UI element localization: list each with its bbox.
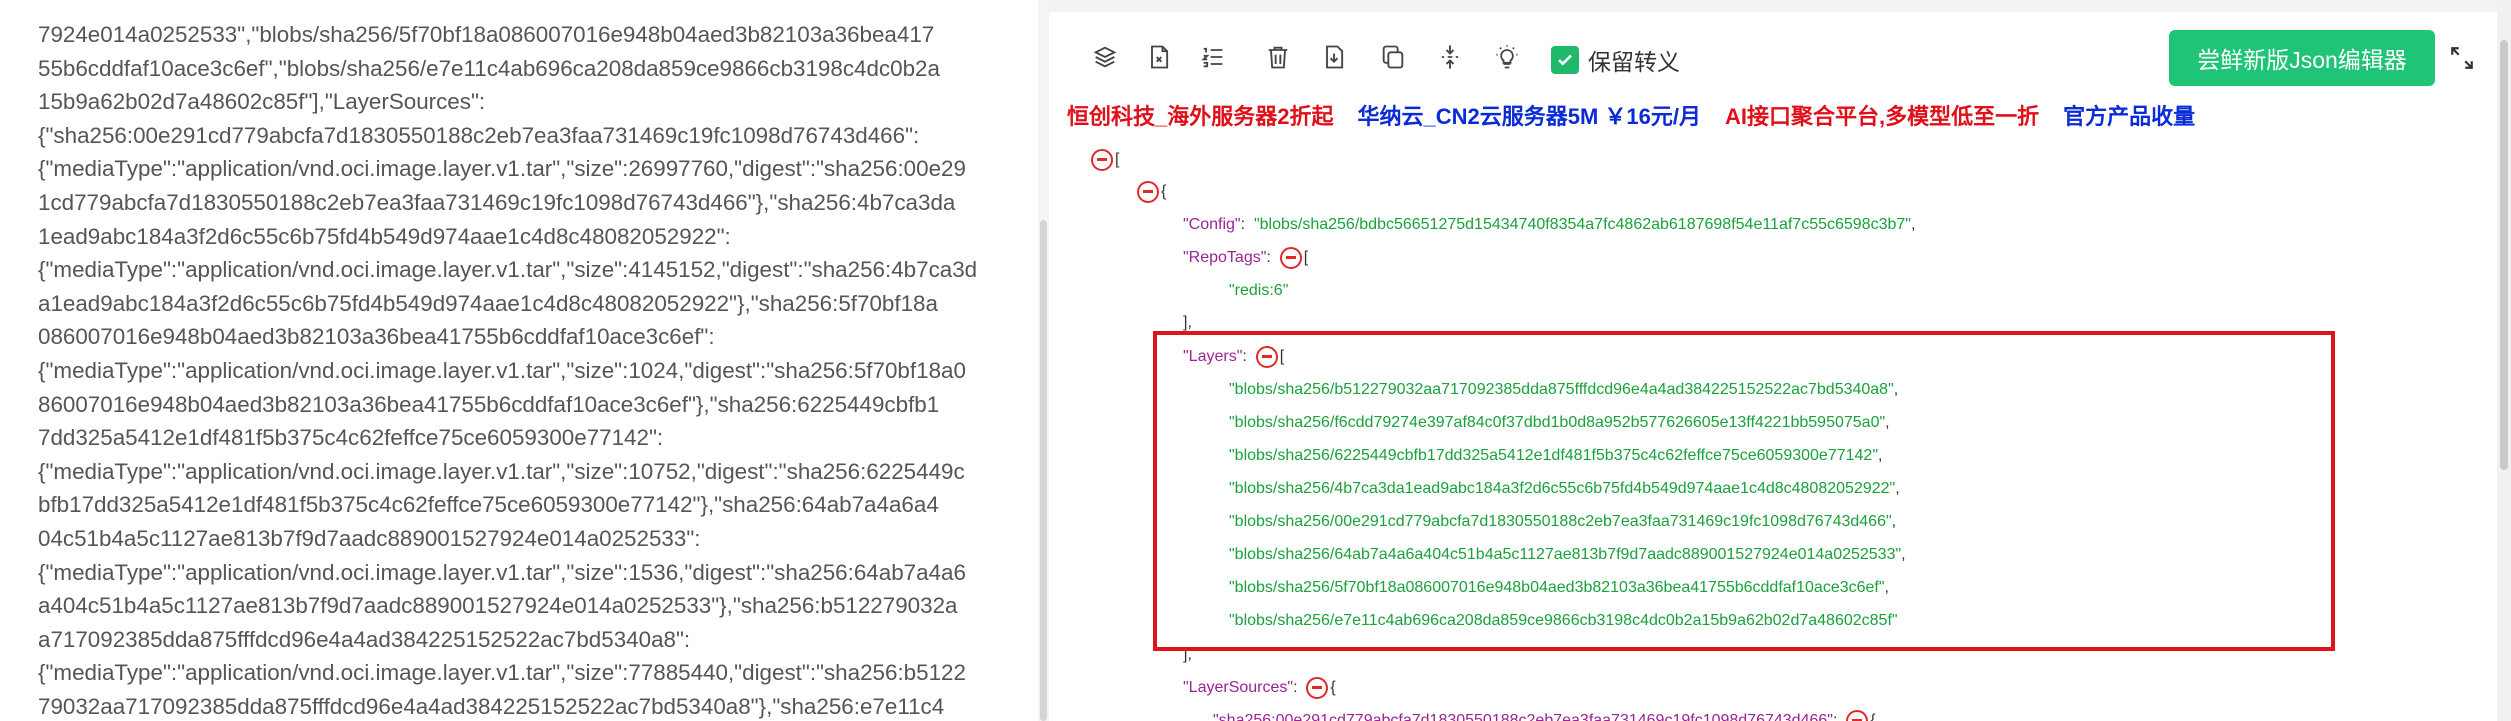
list-ordered-icon[interactable] — [1196, 40, 1230, 74]
raw-json-line: 7924e014a0252533","blobs/sha256/5f70bf18… — [38, 22, 935, 47]
tree-layersources-brace: { — [1330, 679, 1336, 696]
tree-root-line: [ — [1091, 143, 1119, 176]
tree-colon: : — [1266, 249, 1280, 266]
ad-link-hengchuang[interactable]: 恒创科技_海外服务器2折起 — [1067, 99, 1333, 131]
left-scrollbar-thumb[interactable] — [1040, 220, 1047, 721]
ad-links-bar: 恒创科技_海外服务器2折起 华纳云_CN2云服务器5M ￥16元/月 AI接口聚… — [1067, 100, 2219, 130]
ad-link-official[interactable]: 官方产品收量 — [2063, 99, 2195, 131]
raw-json-line: {"mediaType":"application/vnd.oci.image.… — [38, 156, 966, 182]
raw-json-line: 086007016e948b04aed3b82103a36bea41755b6c… — [38, 324, 715, 350]
tree-config-line[interactable]: "Config" : "blobs/sha256/bdbc56651275d15… — [1183, 208, 1915, 241]
ad-link-ai-api[interactable]: AI接口聚合平台,多模型低至一折 — [1725, 99, 2039, 131]
collapse-toggle-icon[interactable] — [1846, 709, 1869, 721]
tree-repotags-bracket: [ — [1303, 249, 1309, 266]
app-root: 7924e014a0252533","blobs/sha256/5f70bf18… — [0, 0, 2511, 721]
raw-json-line: 1ead9abc184a3f2d6c55c6b75fd4b549d974aae1… — [38, 223, 731, 249]
tree-key-config: "Config" — [1183, 216, 1241, 233]
raw-json-line: {"mediaType":"application/vnd.oci.image.… — [38, 257, 978, 283]
keep-escape-checkbox[interactable]: 保留转义 — [1551, 43, 1680, 77]
tree-key-layersource: "sha256:00e291cd779abcfa7d1830550188c2eb… — [1213, 712, 1833, 721]
tree-repotags-line[interactable]: "RepoTags" : [ — [1183, 241, 1308, 274]
tree-layersources-line[interactable]: "LayerSources" : { — [1183, 671, 1336, 704]
collapse-toggle-icon[interactable] — [1137, 180, 1159, 203]
download-file-icon[interactable] — [1317, 40, 1351, 74]
collapse-toggle-icon[interactable] — [1279, 246, 1302, 269]
raw-json-line: 55b6cddfaf10ace3c6ef","blobs/sha256/e7e1… — [38, 55, 940, 81]
raw-json-line: {"mediaType":"application/vnd.oci.image.… — [38, 357, 966, 383]
collapse-toggle-icon[interactable] — [1306, 676, 1329, 699]
raw-json-text[interactable]: 7924e014a0252533","blobs/sha256/5f70bf18… — [38, 18, 1018, 721]
tree-object-brace: { — [1161, 183, 1167, 200]
tree-object-line: { — [1137, 175, 1166, 208]
ad-link-huanayun[interactable]: 华纳云_CN2云服务器5M ￥16元/月 — [1357, 99, 1701, 131]
tree-layersource-brace: { — [1870, 712, 1876, 721]
layers-highlight-box — [1153, 331, 2335, 651]
right-scrollbar-thumb[interactable] — [2500, 40, 2508, 470]
copy-icon[interactable] — [1376, 40, 1410, 74]
raw-json-line: 1cd779abcfa7d1830550188c2eb7ea3faa731469… — [38, 189, 956, 215]
file-export-icon[interactable] — [1142, 40, 1176, 74]
raw-json-panel[interactable]: 7924e014a0252533","blobs/sha256/5f70bf18… — [0, 0, 1048, 721]
raw-json-line: {"sha256:00e291cd779abcfa7d1830550188c2e… — [38, 122, 920, 148]
tree-value-repotag: "redis:6" — [1229, 282, 1289, 299]
tree-colon: : — [1832, 712, 1847, 721]
collapse-toggle-icon[interactable] — [1091, 148, 1113, 171]
tree-colon: : — [1293, 679, 1307, 696]
raw-json-line: a1ead9abc184a3f2d6c55c6b75fd4b549d974aae… — [38, 290, 938, 316]
raw-json-line: 04c51b4a5c1127ae813b7f9d7aadc88900152792… — [38, 525, 701, 551]
raw-json-line: a404c51b4a5c1127ae813b7f9d7aadc889001527… — [38, 593, 958, 619]
raw-json-line: 79032aa717092385dda875fffdcd96e4a4ad3842… — [38, 693, 945, 719]
tree-colon: : — [1240, 216, 1254, 233]
raw-json-line: 7dd325a5412e1df481f5b375c4c62feffce75ce6… — [38, 425, 664, 451]
raw-json-line: a717092385dda875fffdcd96e4a4ad3842251525… — [38, 626, 691, 652]
checkbox-check-icon[interactable] — [1551, 46, 1579, 74]
raw-json-line: {"mediaType":"application/vnd.oci.image.… — [38, 458, 965, 484]
keep-escape-label: 保留转义 — [1588, 49, 1680, 75]
tree-key-repotags: "RepoTags" — [1183, 249, 1267, 266]
new-editor-button[interactable]: 尝鲜新版Json编辑器 — [2169, 30, 2435, 86]
compress-icon[interactable] — [1433, 40, 1467, 74]
raw-json-line: 15b9a62b02d7a48602c85f"],"LayerSources": — [38, 89, 486, 115]
raw-json-line: {"mediaType":"application/vnd.oci.image.… — [38, 559, 966, 585]
tree-comma: , — [1910, 216, 1916, 233]
tree-key-layersources: "LayerSources" — [1183, 679, 1294, 696]
fullscreen-icon[interactable] — [2444, 40, 2480, 76]
tree-root-bracket: [ — [1115, 151, 1120, 168]
raw-json-line: {"mediaType":"application/vnd.oci.image.… — [38, 660, 966, 686]
tree-repotag-item[interactable]: "redis:6" — [1229, 274, 1288, 307]
tree-value-config: "blobs/sha256/bdbc56651275d15434740f8354… — [1253, 216, 1911, 233]
layers-icon[interactable] — [1088, 40, 1122, 74]
bulb-icon[interactable] — [1490, 40, 1524, 74]
raw-json-line: bfb17dd325a5412e1df481f5b375c4c62feffce7… — [38, 492, 939, 518]
raw-json-line: 86007016e948b04aed3b82103a36bea41755b6cd… — [38, 391, 940, 417]
trash-icon[interactable] — [1261, 40, 1295, 74]
tree-layersource-line[interactable]: "sha256:00e291cd779abcfa7d1830550188c2eb… — [1213, 704, 1876, 721]
